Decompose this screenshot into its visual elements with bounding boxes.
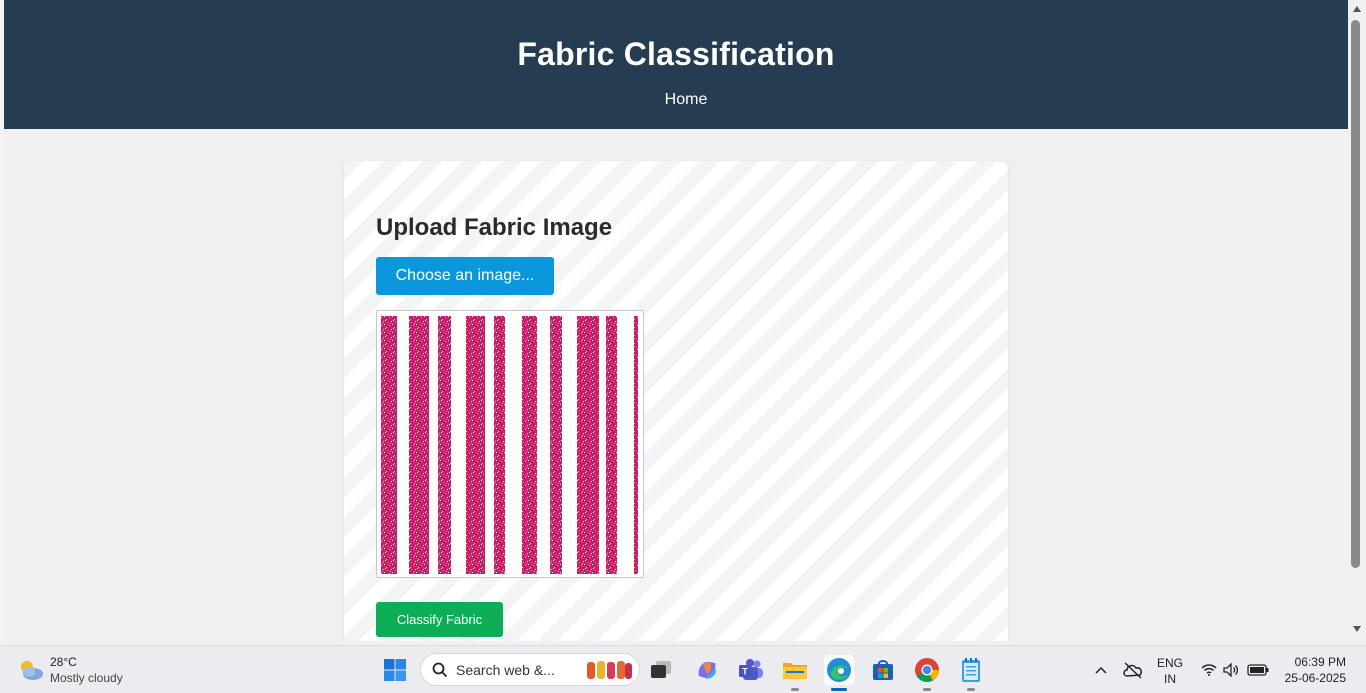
battery-icon[interactable] — [1243, 655, 1273, 685]
upload-title: Upload Fabric Image — [376, 214, 613, 241]
teams-icon[interactable]: T — [736, 655, 766, 685]
chrome-icon[interactable] — [912, 655, 942, 691]
running-indicator — [791, 688, 799, 691]
taskbar-search-box[interactable]: Search web &... — [420, 653, 640, 686]
copilot-icon[interactable] — [692, 655, 722, 685]
file-explorer-icon[interactable] — [780, 655, 810, 691]
language-indicator[interactable]: ENG IN — [1152, 655, 1188, 687]
weather-widget[interactable]: 28°C Mostly cloudy — [18, 654, 123, 686]
edge-icon[interactable] — [824, 655, 854, 691]
microsoft-store-icon[interactable] — [868, 655, 898, 685]
site-header: Fabric Classification Home — [4, 0, 1348, 129]
page-title: Fabric Classification — [517, 36, 835, 72]
active-window-indicator — [831, 688, 847, 691]
task-view-icon[interactable] — [646, 655, 676, 685]
weather-description: Mostly cloudy — [50, 671, 123, 685]
volume-icon[interactable] — [1216, 655, 1246, 685]
search-placeholder: Search web &... — [456, 661, 555, 678]
clock-time: 06:39 PM — [1294, 655, 1346, 669]
image-preview — [376, 310, 644, 578]
search-highlight-icon — [587, 660, 632, 679]
scroll-down-arrow-icon[interactable] — [1353, 626, 1361, 632]
scroll-thumb[interactable] — [1351, 20, 1360, 568]
svg-text:T: T — [742, 667, 748, 677]
nav-home-link[interactable]: Home — [645, 91, 708, 109]
search-icon — [432, 662, 448, 677]
running-indicator — [967, 688, 975, 691]
vertical-scrollbar[interactable] — [1348, 0, 1366, 641]
system-clock[interactable]: 06:39 PM 25-06-2025 — [1280, 654, 1346, 686]
choose-image-button[interactable]: Choose an image... — [376, 257, 554, 295]
fabric-preview-image — [381, 316, 639, 574]
region-code: IN — [1164, 672, 1176, 686]
notepad-icon[interactable] — [956, 655, 986, 691]
browser-viewport: Fabric Classification Home Upload Fabric… — [4, 0, 1348, 641]
cloudy-weather-icon — [21, 661, 43, 680]
clock-date: 25-06-2025 — [1284, 671, 1346, 685]
classify-fabric-button[interactable]: Classify Fabric — [376, 602, 503, 637]
taskbar: 28°C Mostly cloudy Search web &... T ENG… — [0, 645, 1366, 693]
upload-card: Upload Fabric Image Choose an image... C… — [344, 161, 1008, 641]
chevron-up-icon[interactable] — [1086, 655, 1116, 685]
running-indicator — [923, 688, 931, 691]
scroll-up-arrow-icon[interactable] — [1353, 6, 1361, 12]
cloud-offline-icon[interactable] — [1118, 655, 1148, 685]
weather-temperature: 28°C — [50, 655, 77, 669]
language-code: ENG — [1156, 656, 1183, 670]
windows-start-icon[interactable] — [380, 655, 410, 685]
